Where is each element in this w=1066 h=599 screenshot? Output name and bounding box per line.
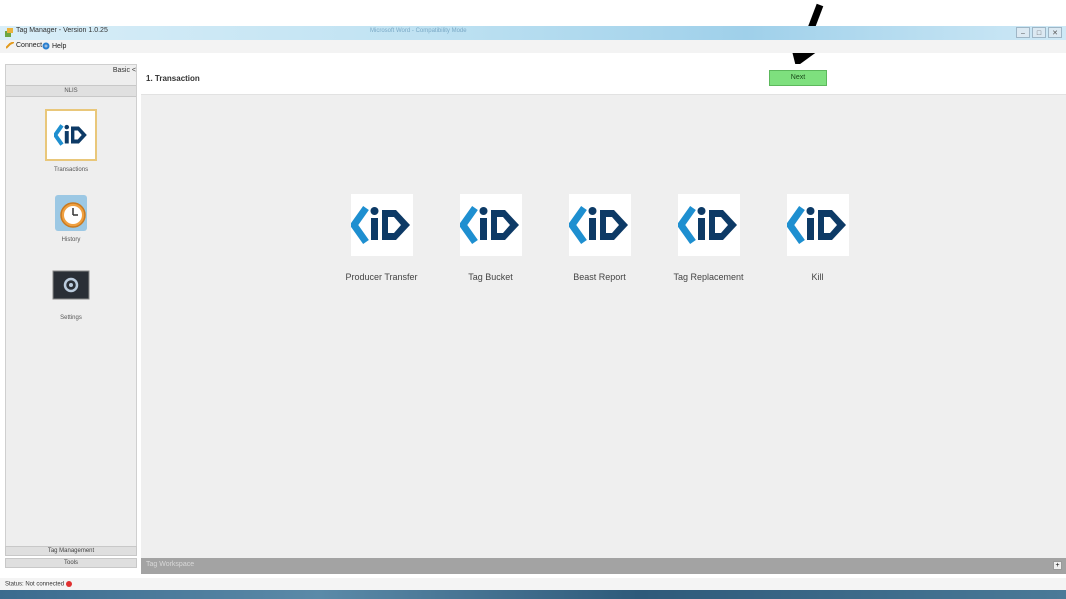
workspace-label: Tag Workspace xyxy=(146,561,195,568)
sidebar-tab-tag-management[interactable]: Tag Management xyxy=(5,546,137,556)
menu-connect-label: Connect xyxy=(16,42,43,49)
close-button[interactable]: ✕ xyxy=(1048,27,1062,38)
tile-kill[interactable]: Kill xyxy=(763,194,872,282)
sidebar-item-label: History xyxy=(61,237,81,243)
sidebar: Basic < NLIS Transactions History Settin… xyxy=(5,64,137,550)
menu-bar: Connect Help xyxy=(0,40,1066,53)
main-panel: 1. Transaction Next Producer Transfer Ta… xyxy=(141,64,1066,558)
expand-button[interactable]: + xyxy=(1053,561,1062,570)
tile-label: Tag Bucket xyxy=(468,272,513,282)
nlis-logo-icon xyxy=(568,194,631,256)
minimize-button[interactable]: – xyxy=(1016,27,1030,38)
status-bar: Status: Not connected xyxy=(0,578,1066,590)
tag-workspace-bar[interactable]: Tag Workspace + xyxy=(141,558,1066,574)
sidebar-header[interactable]: Basic < xyxy=(6,67,136,81)
app-icon xyxy=(5,28,13,37)
tile-label: Tag Replacement xyxy=(673,272,744,282)
next-button[interactable]: Next xyxy=(769,70,827,86)
sidebar-item-label: Transactions xyxy=(53,167,89,173)
status-text: Status: Not connected xyxy=(5,581,73,588)
sidebar-tab-tools[interactable]: Tools xyxy=(5,558,137,568)
sidebar-item-transactions[interactable]: Transactions xyxy=(16,109,126,173)
nlis-logo-icon xyxy=(786,194,849,256)
connect-icon xyxy=(6,42,14,49)
menu-help-label: Help xyxy=(52,42,67,50)
help-icon xyxy=(42,42,50,50)
window-titlebar: Tag Manager - Version 1.0.25 Microsoft W… xyxy=(0,26,1066,40)
tile-tag-bucket[interactable]: Tag Bucket xyxy=(436,194,545,282)
maximize-button[interactable]: □ xyxy=(1032,27,1046,38)
sidebar-item-label: Settings xyxy=(60,315,82,321)
tile-beast-report[interactable]: Beast Report xyxy=(545,194,654,282)
nlis-logo-icon xyxy=(350,194,413,256)
menu-connect[interactable]: Connect xyxy=(6,42,42,49)
menu-help[interactable]: Help xyxy=(42,42,66,50)
os-taskbar xyxy=(0,590,1066,599)
status-label: Status: Not connected xyxy=(5,581,65,588)
nlis-logo-icon xyxy=(459,194,522,256)
nlis-logo-icon xyxy=(45,109,97,161)
window-center-title: Microsoft Word - Compatibility Mode xyxy=(370,28,467,34)
status-dot-icon xyxy=(66,581,73,587)
nlis-logo-icon xyxy=(677,194,740,256)
settings-icon xyxy=(51,269,91,301)
tile-label: Producer Transfer xyxy=(345,272,418,282)
sidebar-subheader: NLIS xyxy=(6,85,136,97)
main-header: 1. Transaction Next xyxy=(141,64,1066,95)
tile-tag-replacement[interactable]: Tag Replacement xyxy=(654,194,763,282)
page-title: 1. Transaction xyxy=(146,74,200,83)
window-controls: – □ ✕ xyxy=(1016,27,1062,38)
tile-label: Beast Report xyxy=(573,272,626,282)
window-title: Tag Manager - Version 1.0.25 xyxy=(16,27,108,34)
tile-producer-transfer[interactable]: Producer Transfer xyxy=(327,194,436,282)
tile-label: Kill xyxy=(811,272,824,282)
sidebar-item-settings[interactable]: Settings xyxy=(16,269,126,321)
clock-icon xyxy=(51,193,91,233)
sidebar-item-history[interactable]: History xyxy=(16,193,126,243)
transaction-tiles: Producer Transfer Tag Bucket Beast Repor… xyxy=(327,194,872,282)
